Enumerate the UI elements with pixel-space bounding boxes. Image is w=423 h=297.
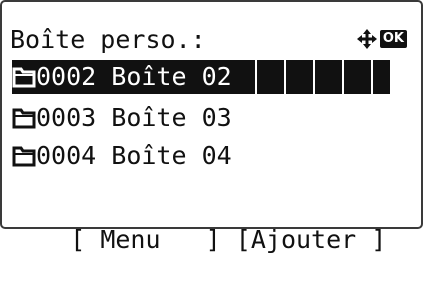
box-number: 0003	[36, 103, 97, 132]
screen-title: Boîte perso.:	[10, 25, 206, 54]
box-number: 0004	[36, 141, 97, 170]
softkey-bar: [ Menu ] [Ajouter ]	[10, 183, 386, 254]
box-list-item-selected[interactable]: 0002 Boîte 02	[12, 60, 390, 94]
lcd-screen: Boîte perso.: OK 0002 Boîte 02 0003 Boît…	[0, 0, 423, 254]
folder-icon	[12, 108, 36, 129]
nav-ok-indicator: OK	[356, 26, 407, 52]
folder-icon	[12, 67, 36, 88]
four-way-arrow-icon	[356, 29, 377, 49]
ok-key-icon: OK	[379, 30, 407, 48]
box-list-item[interactable]: 0004 Boîte 04	[12, 137, 232, 175]
box-number: 0002	[36, 62, 97, 91]
box-name: Boîte 04	[111, 141, 232, 170]
box-list-item[interactable]: 0003 Boîte 03	[12, 99, 232, 137]
box-name: Boîte 02	[111, 62, 232, 91]
folder-icon	[12, 146, 36, 167]
box-name: Boîte 03	[111, 103, 232, 132]
